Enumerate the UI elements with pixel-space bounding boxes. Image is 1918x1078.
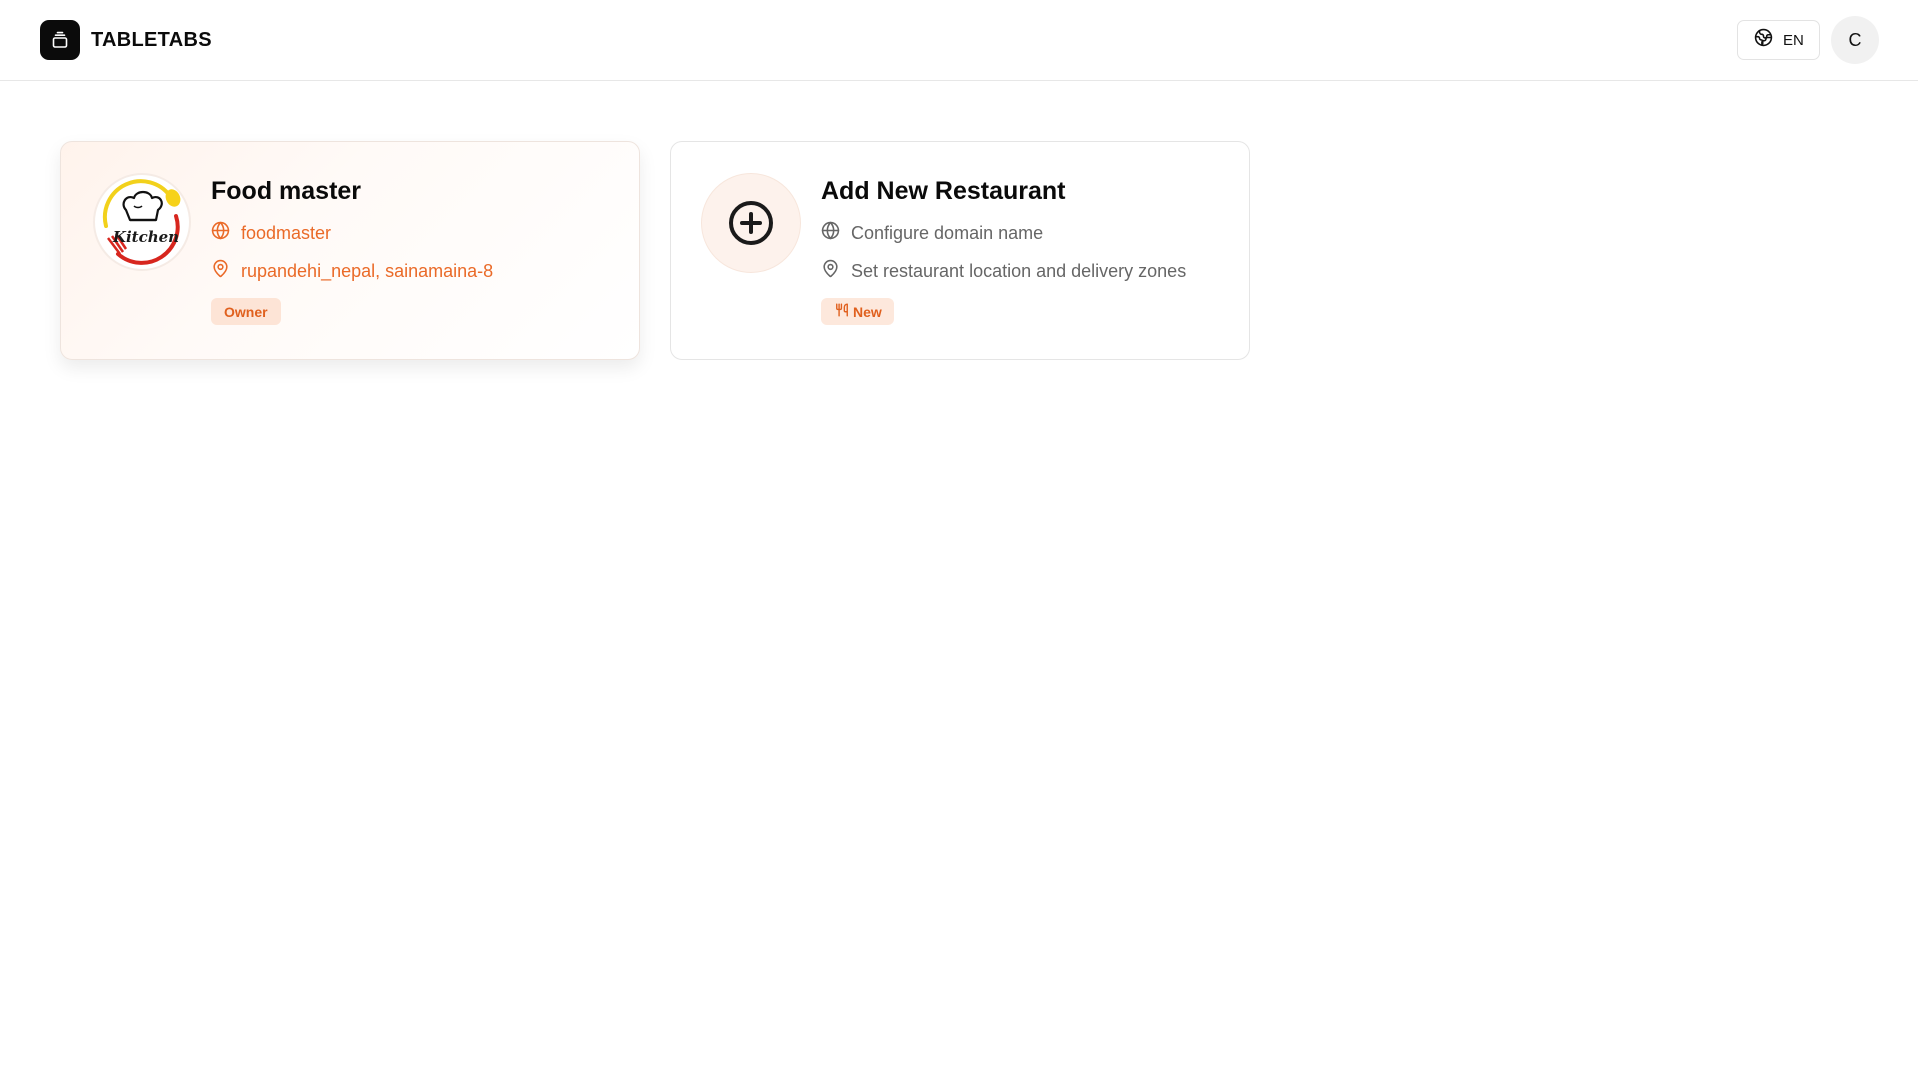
restaurant-card-food-master[interactable]: Kitchen Food master foodmaster rupandehi… [60,141,640,360]
new-badge: New [821,298,894,325]
add-card-body: Add New Restaurant Configure domain name… [821,175,1186,325]
role-badge: Owner [211,298,281,325]
user-avatar[interactable]: C [1831,16,1879,64]
restaurant-logo: Kitchen [93,173,191,271]
globe-icon [211,221,230,245]
add-card-domain-row: Configure domain name [821,220,1186,246]
add-card-domain-hint: Configure domain name [851,222,1044,243]
restaurant-location: rupandehi_nepal, sainamaina-8 [241,260,494,281]
language-code: EN [1783,31,1804,49]
top-navigation-bar: TABLETABS EN C [0,0,1918,81]
add-card-location-row: Set restaurant location and delivery zon… [821,258,1186,284]
svg-text:Kitchen: Kitchen [112,228,179,246]
brand-logo-icon [40,20,80,60]
restaurant-location-row: rupandehi_nepal, sainamaina-8 [211,258,493,284]
map-pin-icon [821,259,840,283]
brand-name: TABLETABS [91,28,212,51]
restaurant-card-body: Food master foodmaster rupandehi_nepal, … [211,175,493,325]
add-card-location-hint: Set restaurant location and delivery zon… [851,260,1187,281]
brand[interactable]: TABLETABS [40,20,212,60]
restaurant-name: Food master [211,177,362,205]
globe-icon [821,221,840,245]
globe-icon [1754,28,1773,52]
utensils-icon [835,303,849,320]
add-new-restaurant-card[interactable]: Add New Restaurant Configure domain name… [670,141,1250,360]
restaurant-domain: foodmaster [241,222,332,243]
restaurant-domain-row: foodmaster [211,220,493,246]
plus-circle-icon [701,173,801,273]
map-pin-icon [211,259,230,283]
new-badge-label: New [853,303,882,320]
add-card-title: Add New Restaurant [821,177,1066,205]
language-switcher-button[interactable]: EN [1737,20,1820,60]
